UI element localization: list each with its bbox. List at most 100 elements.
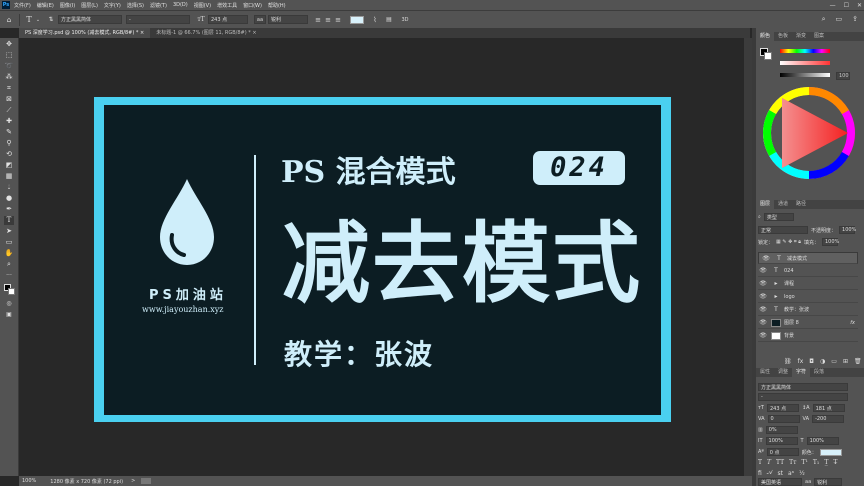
swash-icon[interactable]: 𝒜 bbox=[767, 469, 773, 477]
background-color-swatch[interactable] bbox=[8, 288, 15, 295]
tab-gradients[interactable]: 渐变 bbox=[792, 32, 810, 41]
pen-tool-icon[interactable]: ✒ bbox=[4, 205, 14, 214]
shape-tool-icon[interactable]: ▭ bbox=[4, 238, 14, 247]
menu-image[interactable]: 图像(I) bbox=[60, 2, 75, 9]
tab-document-2[interactable]: 未标题-1 @ 66.7% (图层 11, RGB/8#) * × bbox=[150, 28, 262, 38]
character-panel-icon[interactable]: ▤ bbox=[384, 16, 394, 23]
color-panel-background[interactable] bbox=[764, 52, 772, 60]
quick-select-tool-icon[interactable]: ⁂ bbox=[4, 73, 14, 82]
all-caps-icon[interactable]: TT bbox=[776, 459, 784, 466]
folder-icon[interactable]: ▸ bbox=[771, 293, 781, 301]
tab-patterns[interactable]: 图案 bbox=[810, 32, 828, 41]
subscript-icon[interactable]: T₁ bbox=[813, 459, 819, 466]
text-color-swatch[interactable] bbox=[350, 15, 364, 24]
close-tab-icon[interactable]: × bbox=[252, 30, 256, 36]
underline-icon[interactable]: T̲ bbox=[824, 459, 828, 466]
char-tracking-field[interactable]: -200 bbox=[812, 415, 845, 423]
font-family-select[interactable]: 方正黑黑简体 bbox=[58, 15, 122, 24]
type-tool-icon[interactable]: T bbox=[4, 216, 14, 225]
brightness-slider[interactable] bbox=[780, 73, 830, 77]
ordinal-icon[interactable]: aᵃ bbox=[788, 470, 794, 477]
faux-bold-icon[interactable]: T bbox=[758, 459, 762, 466]
maximize-button[interactable]: ☐ bbox=[844, 2, 849, 9]
antialias-select[interactable]: 锐利 bbox=[268, 15, 308, 24]
fill-field[interactable]: 100% bbox=[821, 238, 839, 246]
text-orientation-icon[interactable]: ⇅ bbox=[46, 16, 56, 23]
char-baseline-field[interactable]: 0 点 bbox=[766, 448, 799, 456]
crop-tool-icon[interactable]: ⌗ bbox=[4, 84, 14, 93]
zoom-tool-icon[interactable]: ⌕ bbox=[4, 260, 14, 269]
layer-filter-select[interactable]: 类型 bbox=[763, 213, 794, 221]
new-layer-icon[interactable]: ⊞ bbox=[843, 358, 848, 365]
menu-type[interactable]: 文字(Y) bbox=[104, 2, 121, 9]
ligature-icon[interactable]: ﬁ bbox=[758, 470, 762, 477]
tab-character[interactable]: 字符 bbox=[792, 368, 811, 377]
tab-layers[interactable]: 图层 bbox=[756, 200, 775, 209]
char-vscale-field[interactable]: 100% bbox=[765, 437, 798, 445]
menu-view[interactable]: 视图(V) bbox=[194, 2, 211, 9]
history-brush-tool-icon[interactable]: ⟲ bbox=[4, 150, 14, 159]
tool-preset-chevron-icon[interactable]: ⌄ bbox=[34, 17, 42, 23]
path-select-tool-icon[interactable]: ➤ bbox=[4, 227, 14, 236]
char-color-swatch[interactable] bbox=[819, 448, 842, 456]
char-kerning-field[interactable]: 0 bbox=[767, 415, 800, 423]
menu-window[interactable]: 窗口(W) bbox=[243, 2, 262, 9]
eraser-tool-icon[interactable]: ◩ bbox=[4, 161, 14, 170]
visibility-eye-icon[interactable]: 👁︎ bbox=[758, 293, 768, 300]
layer-row[interactable]: 👁︎ ▸ logo bbox=[758, 291, 858, 303]
menu-3d[interactable]: 3D(D) bbox=[173, 2, 188, 8]
char-aa-select[interactable]: 锐利 bbox=[814, 478, 843, 486]
close-tab-icon[interactable]: × bbox=[140, 30, 144, 36]
char-style-select[interactable]: - bbox=[758, 393, 848, 401]
opacity-field[interactable]: 100% bbox=[839, 226, 856, 234]
saturation-slider[interactable] bbox=[780, 61, 830, 65]
tab-swatches[interactable]: 色板 bbox=[774, 32, 792, 41]
warp-text-icon[interactable]: ⌇ bbox=[370, 16, 380, 24]
share-icon[interactable]: ⇪ bbox=[852, 15, 858, 24]
tab-paths[interactable]: 路径 bbox=[792, 200, 810, 209]
tab-channels[interactable]: 通道 bbox=[774, 200, 792, 209]
tab-document-1[interactable]: PS 深度学习.psd @ 100% (减去模式, RGB/8#) * × bbox=[19, 28, 151, 38]
align-left-icon[interactable]: ≡ bbox=[314, 16, 322, 24]
visibility-eye-icon[interactable]: 👁︎ bbox=[761, 255, 771, 262]
home-icon[interactable]: ⌂ bbox=[3, 16, 15, 24]
visibility-eye-icon[interactable]: 👁︎ bbox=[758, 319, 768, 326]
superscript-icon[interactable]: T¹ bbox=[801, 459, 807, 466]
adjustment-icon[interactable]: ◑ bbox=[820, 358, 825, 365]
move-tool-icon[interactable]: ✥ bbox=[4, 40, 14, 49]
new-group-icon[interactable]: ▭ bbox=[831, 358, 837, 365]
layer-row[interactable]: 👁︎ 图层 8 fx bbox=[758, 317, 858, 329]
3d-icon[interactable]: 3D bbox=[400, 17, 410, 23]
scroll-thumb[interactable] bbox=[141, 478, 152, 484]
text-tool-icon[interactable]: T bbox=[24, 15, 34, 24]
faux-italic-icon[interactable]: 𝑇 bbox=[767, 459, 771, 466]
menu-filter[interactable]: 滤镜(T) bbox=[150, 2, 167, 9]
align-right-icon[interactable]: ≡ bbox=[334, 16, 342, 24]
small-caps-icon[interactable]: Tᴛ bbox=[789, 459, 796, 466]
visibility-eye-icon[interactable]: 👁︎ bbox=[758, 306, 768, 313]
hand-tool-icon[interactable]: ✋ bbox=[4, 249, 14, 258]
mask-icon[interactable]: ◘ bbox=[809, 358, 814, 365]
folder-icon[interactable]: ▸ bbox=[771, 280, 781, 288]
fx-badge[interactable]: fx bbox=[850, 320, 855, 326]
fraction-icon[interactable]: ½ bbox=[799, 470, 805, 477]
layer-row[interactable]: 👁︎ ▸ 课程 bbox=[758, 278, 858, 290]
brightness-value[interactable]: 100 bbox=[836, 72, 850, 80]
gradient-tool-icon[interactable]: ▦ bbox=[4, 172, 14, 181]
vertical-scrollbar[interactable] bbox=[744, 38, 752, 476]
menu-plugins[interactable]: 增效工具 bbox=[217, 2, 237, 9]
blur-tool-icon[interactable]: 💧︎ bbox=[4, 183, 14, 192]
stylistic-icon[interactable]: st bbox=[777, 470, 782, 477]
search-icon[interactable]: ⌕ bbox=[822, 15, 826, 24]
char-hscale-field[interactable]: 100% bbox=[806, 437, 839, 445]
menu-help[interactable]: 帮助(H) bbox=[268, 2, 286, 9]
frame-tool-icon[interactable]: ⊠ bbox=[4, 95, 14, 104]
tab-color[interactable]: 颜色 bbox=[756, 32, 775, 41]
eyedropper-tool-icon[interactable]: ⟋ bbox=[4, 106, 14, 115]
layer-row[interactable]: 👁︎ T 教学：张波 bbox=[758, 304, 858, 316]
layer-row[interactable]: 👁︎ T 024 bbox=[758, 265, 858, 277]
visibility-eye-icon[interactable]: 👁︎ bbox=[758, 332, 768, 339]
screen-mode-icon[interactable]: ▣ bbox=[4, 310, 14, 319]
font-size-select[interactable]: 243 点 bbox=[208, 15, 248, 24]
menu-edit[interactable]: 编辑(E) bbox=[37, 2, 54, 9]
